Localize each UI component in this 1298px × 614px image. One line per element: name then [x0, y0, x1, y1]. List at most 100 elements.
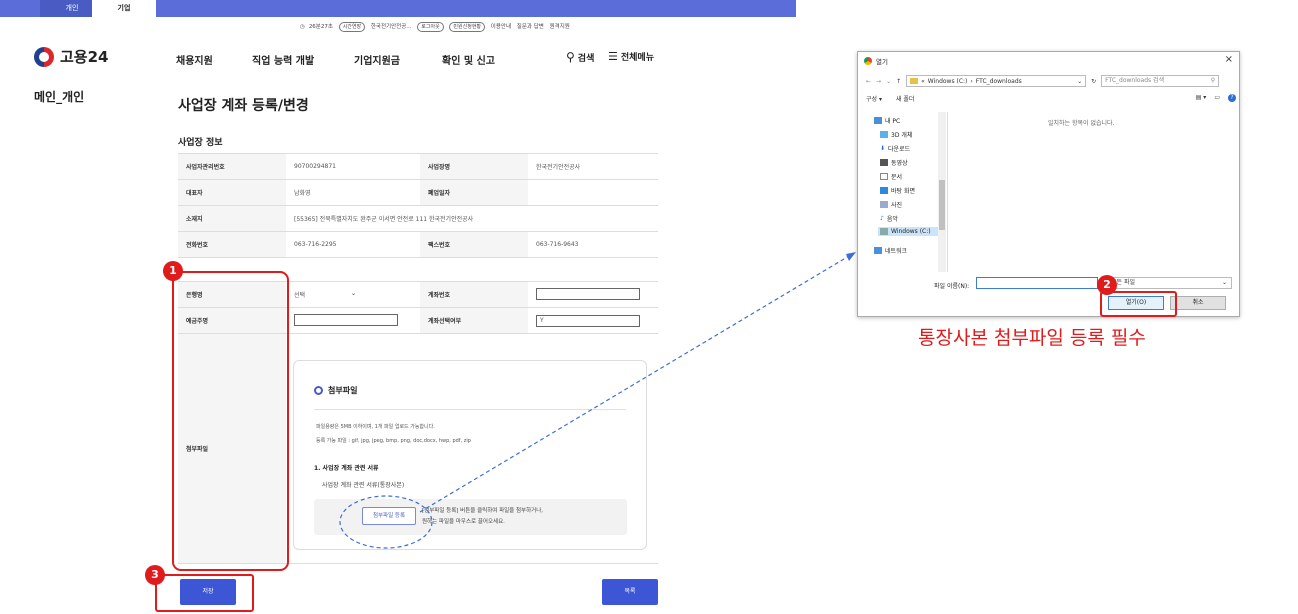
document-name: 사업장 계좌 관련 서류(통장사본) — [322, 482, 405, 489]
chevron-down-icon: ⌄ — [1221, 279, 1227, 286]
document-icon — [880, 173, 888, 180]
table-value: 남화영 — [286, 179, 420, 206]
tree-item-desktop[interactable]: 바탕 화면 — [880, 186, 915, 195]
logout-button[interactable]: 로그아웃 — [417, 22, 444, 32]
logo-text: 고용24 — [60, 48, 109, 66]
annotation-box-open — [1100, 291, 1177, 317]
document-category: 1. 사업장 계좌 관련 서류 — [314, 465, 379, 472]
logo-mark-icon — [34, 46, 54, 67]
tree-scrollbar[interactable] — [938, 112, 946, 272]
gnb-subsidy[interactable]: 기업지원금 — [354, 52, 400, 67]
hamburger-icon: ☰ — [608, 50, 618, 63]
table-label: 팩스번호 — [420, 231, 528, 258]
utility-bar: ◷ 26분27초 시간연장 한국전기안전공... 로그아웃 민원신청현황 이용안내… — [300, 22, 800, 36]
table-value: 한국전기안전공사 — [528, 153, 658, 180]
table-row: 전화번호 063-716-2295 팩스번호 063-716-9643 — [178, 231, 658, 258]
annotation-badge: 3 — [145, 565, 165, 585]
extend-session-button[interactable]: 시간연장 — [338, 22, 366, 32]
all-menu-button[interactable]: ☰ 전체메뉴 — [608, 50, 654, 63]
search-icon: ⚲ — [1210, 77, 1216, 84]
tree-item-documents[interactable]: 문서 — [880, 172, 902, 181]
empty-message: 일치하는 항목이 없습니다. — [1048, 120, 1115, 127]
gnb-recruit[interactable]: 채용지원 — [176, 52, 213, 67]
tree-item-music[interactable]: ♪ 음악 — [880, 214, 898, 223]
guide-link[interactable]: 이용안내 — [491, 24, 511, 30]
table-row: 사업자관리번호 90700294871 사업장명 한국전기안전공사 — [178, 153, 658, 180]
table-label: 전화번호 — [178, 231, 286, 258]
search-button[interactable]: ⚲ 검색 — [566, 50, 594, 64]
filename-input[interactable] — [976, 277, 1098, 289]
attachment-note: 등록 가능 파일 : gif, jpg, jpeg, bmp, png, doc… — [316, 438, 471, 444]
table-label: 사업자관리번호 — [178, 153, 286, 180]
forward-arrow-icon[interactable]: → — [876, 78, 881, 85]
cancel-button[interactable]: 취소 — [1170, 296, 1226, 310]
account-select-input[interactable]: Y — [536, 314, 640, 327]
account-holder-input[interactable] — [294, 313, 398, 326]
up-arrow-icon[interactable]: ↑ — [896, 78, 901, 85]
folder-tree: 내 PC 3D 개체 ⬇ 다운로드 동영상 문서 바탕 화면 사진 ♪ 음악 Win… — [866, 112, 948, 272]
table-label: 폐업일자 — [420, 179, 528, 206]
attach-file-button[interactable]: 첨부파일 등록 — [362, 507, 416, 525]
annotation-badge: 1 — [163, 261, 183, 281]
site-logo[interactable]: 고용24 — [34, 46, 108, 67]
close-icon[interactable]: × — [1225, 54, 1233, 65]
tree-item-network[interactable]: 네트워크 — [874, 246, 907, 255]
picture-icon — [880, 201, 888, 208]
section-title: 사업장 정보 — [178, 138, 223, 148]
path-box[interactable]: « Windows (C:) › FTC_downloads ⌄ — [906, 75, 1087, 87]
table-value — [528, 179, 658, 206]
civil-status-button[interactable]: 민원신청현황 — [449, 22, 486, 32]
dialog-toolbar: 구성 ▾ 새 폴더 ▤ ▾ ▭ ? — [866, 94, 1236, 103]
scrollbar-thumb[interactable] — [939, 180, 945, 230]
faq-link[interactable]: 질문과 답변 — [517, 24, 544, 30]
bank-select[interactable]: 선택 ⌄ — [294, 290, 356, 299]
back-arrow-icon[interactable]: ← — [866, 78, 871, 85]
remote-support-link[interactable]: 원격지원 — [550, 24, 570, 30]
chevron-down-icon[interactable]: ⌄ — [886, 78, 891, 85]
filename-label: 파일 이름(N): — [934, 283, 970, 290]
attachment-note: 파일용량은 5MB 이하이며, 1개 파일 업로드 가능합니다. — [316, 424, 435, 430]
gnb-report[interactable]: 확인 및 신고 — [442, 52, 495, 67]
preview-pane-icon[interactable]: ▭ — [1214, 94, 1220, 102]
refresh-icon[interactable]: ↻ — [1091, 78, 1096, 85]
table-row: 대표자 남화영 폐업일자 — [178, 179, 658, 206]
attachment-header: 첨부파일 — [314, 385, 357, 396]
list-button[interactable]: 목록 — [602, 579, 658, 605]
table-value: [55365] 전북특별자치도 완주군 이서면 안전로 111 한국전기안전공사 — [286, 205, 658, 232]
account-number-input[interactable] — [536, 287, 640, 300]
download-icon: ⬇ — [880, 145, 886, 152]
file-dropzone[interactable]: 첨부파일 등록 [첨부파일 등록] 버튼을 클릭하여 파일을 첨부하거나, 원하… — [314, 499, 627, 535]
organize-button[interactable]: 구성 ▾ — [866, 94, 882, 103]
tab-business[interactable]: 기업 — [92, 0, 156, 17]
table-label: 사업장명 — [420, 153, 528, 180]
table-row: 소재지 [55365] 전북특별자치도 완주군 이서면 안전로 111 한국전기… — [178, 205, 658, 232]
business-info-table: 사업자관리번호 90700294871 사업장명 한국전기안전공사 대표자 남화… — [178, 153, 658, 258]
tree-item-pc[interactable]: 내 PC — [874, 116, 900, 125]
help-icon[interactable]: ? — [1228, 94, 1236, 102]
tree-item-3d[interactable]: 3D 개체 — [880, 130, 912, 139]
dropzone-hint: [첨부파일 등록] 버튼을 클릭하여 파일을 첨부하거나, 원하는 파일을 마우… — [422, 508, 544, 525]
gnb-training[interactable]: 직업 능력 개발 — [252, 52, 314, 67]
music-icon: ♪ — [880, 215, 884, 222]
view-icon[interactable]: ▤ ▾ — [1196, 94, 1207, 102]
video-icon — [880, 159, 888, 166]
computer-icon — [874, 117, 882, 124]
clock-icon: ◷ — [300, 24, 305, 30]
page-title: 사업장 계좌 등록/변경 — [178, 98, 309, 114]
tree-item-pictures[interactable]: 사진 — [880, 200, 902, 209]
table-value: 063-716-2295 — [286, 231, 420, 258]
filetype-select[interactable]: 모든 파일 ⌄ — [1106, 277, 1232, 289]
annotation-caption: 통장사본 첨부파일 등록 필수 — [918, 327, 1146, 349]
session-timer: 26분27초 — [308, 24, 333, 30]
search-input[interactable]: FTC_downloads 검색 ⚲ — [1101, 75, 1220, 87]
network-icon — [874, 247, 882, 254]
tree-item-videos[interactable]: 동영상 — [880, 158, 908, 167]
new-folder-button[interactable]: 새 폴더 — [896, 94, 914, 103]
attachment-card: 첨부파일 파일용량은 5MB 이하이며, 1개 파일 업로드 가능합니다. 등록… — [293, 360, 647, 550]
tree-item-windows-c[interactable]: Windows (C:) — [878, 227, 946, 236]
user-name: 한국전기안전공... — [370, 24, 412, 30]
cube-icon — [880, 131, 888, 138]
tree-item-downloads[interactable]: ⬇ 다운로드 — [880, 144, 910, 153]
annotation-box-save — [155, 574, 254, 612]
file-open-dialog: 열기 × ← → ⌄ ↑ « Windows (C:) › FTC_downlo… — [857, 51, 1240, 317]
